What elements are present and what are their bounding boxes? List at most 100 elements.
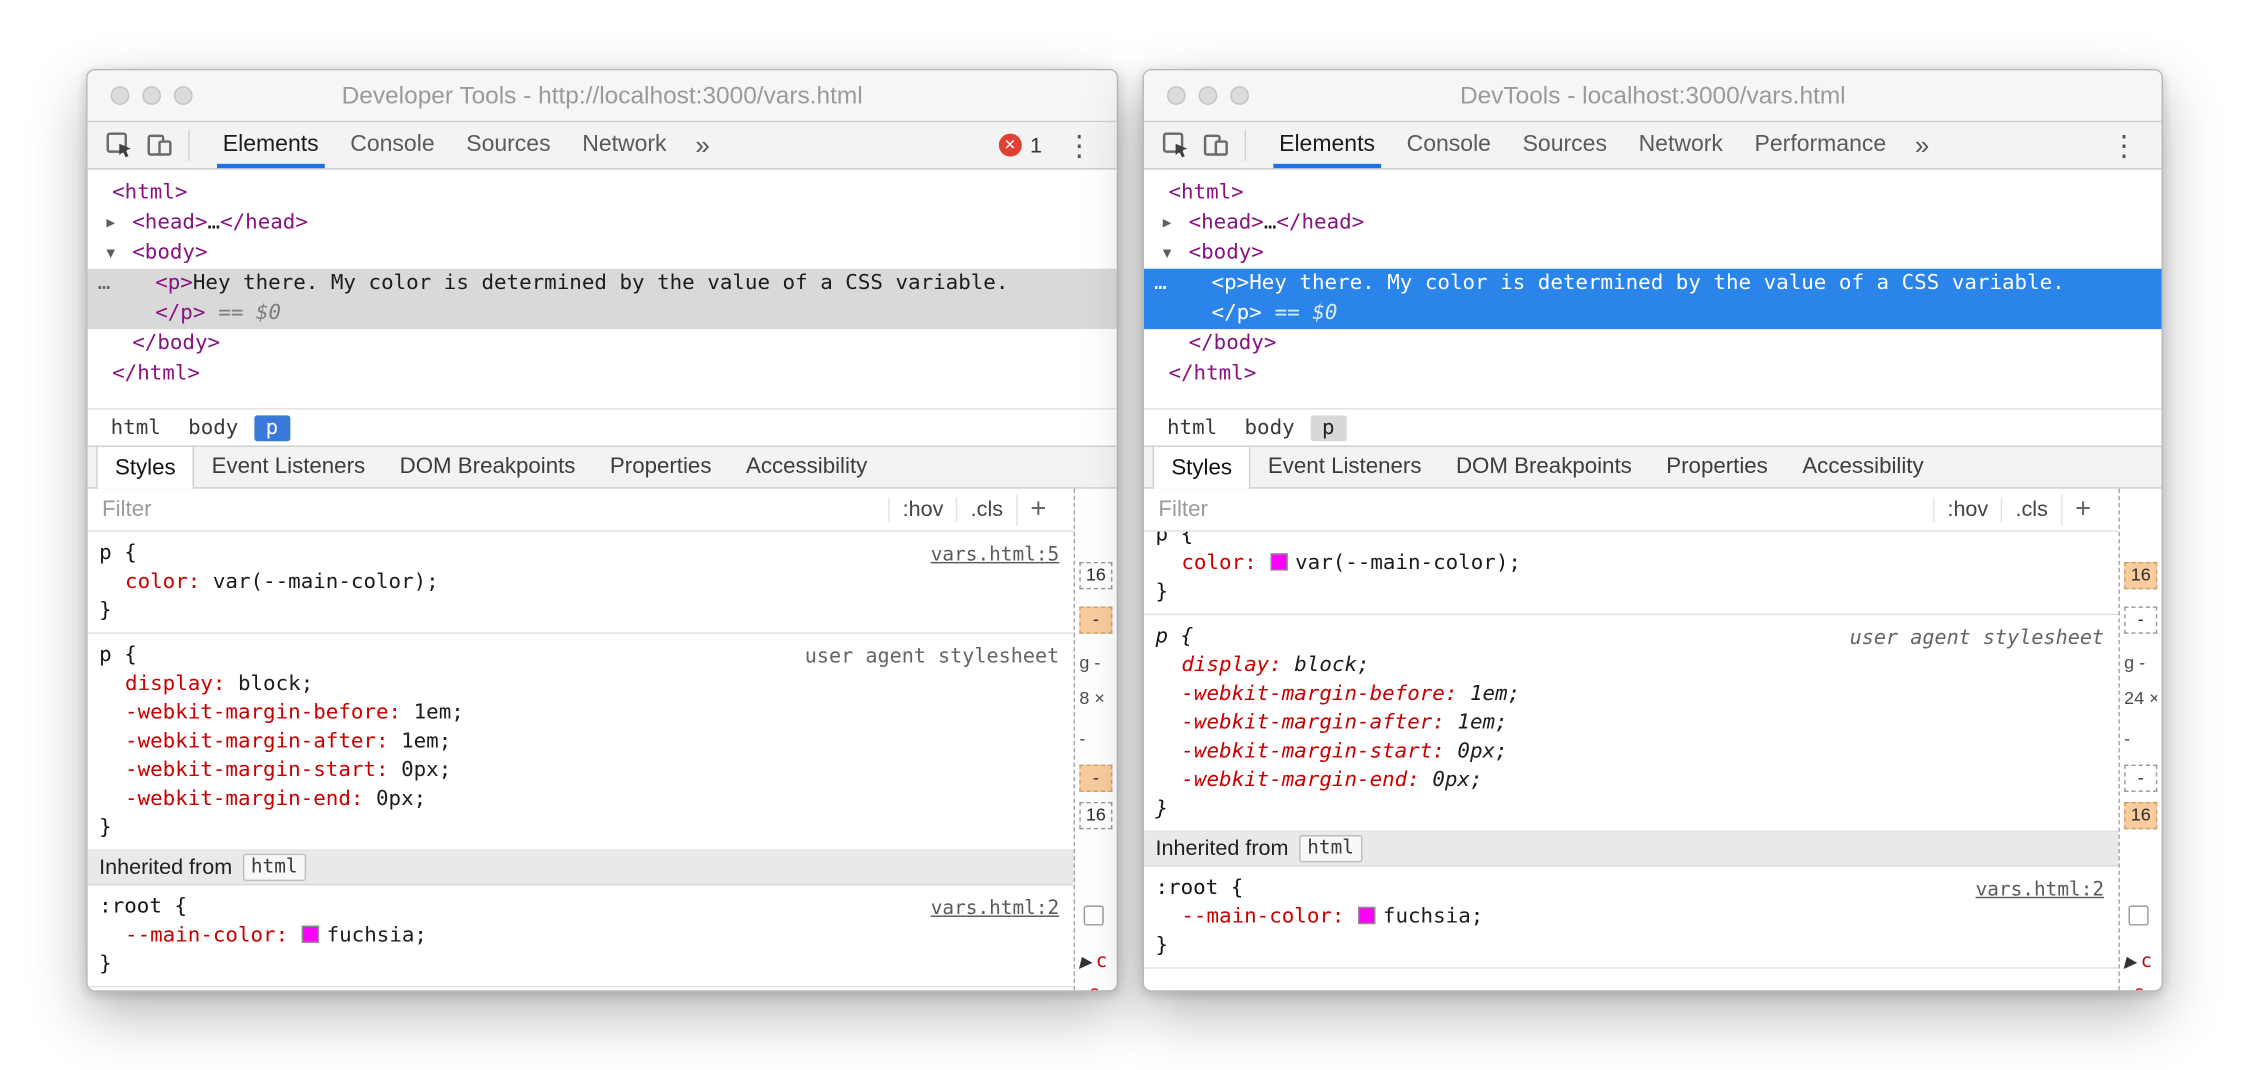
css-property[interactable]: -webkit-margin-start: 0px; xyxy=(1156,737,2107,766)
style-source-link[interactable]: vars.html:2 xyxy=(931,894,1059,923)
crumb-html[interactable]: html xyxy=(99,415,172,441)
tab-sources[interactable]: Sources xyxy=(1507,122,1623,168)
tab-console[interactable]: Console xyxy=(334,122,450,168)
tab-event-listeners[interactable]: Event Listeners xyxy=(1251,447,1439,487)
tab-dom-breakpoints[interactable]: DOM Breakpoints xyxy=(382,447,592,487)
tab-event-listeners[interactable]: Event Listeners xyxy=(194,447,382,487)
computed-pane-fragment[interactable]: ▶ c xyxy=(2124,951,2152,973)
css-property[interactable]: --main-color: fuchsia; xyxy=(1156,903,2107,932)
element-classes-button[interactable]: .cls xyxy=(2001,497,2061,521)
new-style-rule-button[interactable]: + xyxy=(1016,494,1059,526)
css-property[interactable]: -webkit-margin-end: 0px; xyxy=(99,785,1062,814)
rule-selector[interactable]: p { xyxy=(99,539,1062,568)
disclosure-collapsed-icon[interactable]: ▶ xyxy=(2124,954,2136,971)
tree-node-p-selected[interactable]: …<p>Hey there. My color is determined by… xyxy=(88,269,1117,329)
tree-node-body-close[interactable]: </body> xyxy=(88,329,1117,359)
tab-network[interactable]: Network xyxy=(1623,122,1739,168)
styles-filter-input[interactable]: Filter xyxy=(1158,497,1208,523)
inspect-element-icon[interactable] xyxy=(99,125,139,165)
style-rule-p-user-agent[interactable]: user agent stylesheet p { display: block… xyxy=(1144,615,2118,832)
tab-properties[interactable]: Properties xyxy=(1649,447,1785,487)
more-tabs-button[interactable]: » xyxy=(682,122,722,168)
toggle-element-state-button[interactable]: :hov xyxy=(1933,497,2001,521)
tab-network[interactable]: Network xyxy=(566,122,682,168)
style-rule-root[interactable]: vars.html:2 :root { --main-color: fuchsi… xyxy=(88,885,1074,987)
tree-node-body-open[interactable]: ▼<body> xyxy=(88,239,1117,269)
device-toolbar-icon[interactable] xyxy=(139,125,179,165)
crumb-p[interactable]: p xyxy=(1311,415,1347,441)
titlebar[interactable]: Developer Tools - http://localhost:3000/… xyxy=(88,70,1117,122)
checkbox[interactable] xyxy=(2128,905,2148,925)
menu-kebab-icon[interactable]: ⋮ xyxy=(1065,127,1094,163)
crumb-html[interactable]: html xyxy=(1156,415,1229,441)
tab-properties[interactable]: Properties xyxy=(593,447,729,487)
rule-selector[interactable]: :root { xyxy=(99,893,1062,922)
tab-accessibility[interactable]: Accessibility xyxy=(1785,447,1941,487)
tab-console[interactable]: Console xyxy=(1391,122,1507,168)
rule-selector[interactable]: p { xyxy=(1156,532,2107,549)
checkbox[interactable] xyxy=(1084,905,1104,925)
tree-node-html-close[interactable]: </html> xyxy=(88,359,1117,389)
css-property[interactable]: display: block; xyxy=(1156,651,2107,680)
color-swatch[interactable] xyxy=(302,926,319,943)
tree-node-body-open[interactable]: ▼<body> xyxy=(1144,239,2162,269)
tree-node-head[interactable]: ▶<head>…</head> xyxy=(88,208,1117,238)
crumb-p[interactable]: p xyxy=(254,415,290,441)
css-property[interactable]: color: var(--main-color); xyxy=(1156,549,2107,578)
color-swatch[interactable] xyxy=(1271,553,1288,570)
tree-node-html-close[interactable]: </html> xyxy=(1144,359,2162,389)
disclosure-expanded-icon[interactable]: ▼ xyxy=(1163,239,1172,269)
tab-dom-breakpoints[interactable]: DOM Breakpoints xyxy=(1439,447,1649,487)
css-property[interactable]: display: block; xyxy=(99,670,1062,699)
css-property[interactable]: --main-color: fuchsia; xyxy=(99,921,1062,950)
inspect-element-icon[interactable] xyxy=(1156,125,1196,165)
tab-accessibility[interactable]: Accessibility xyxy=(729,447,885,487)
style-rule-p-authored[interactable]: vars.html:5 p { color: var(--main-color)… xyxy=(88,532,1074,634)
css-property[interactable]: -webkit-margin-after: 1em; xyxy=(1156,709,2107,738)
styles-filter-input[interactable]: Filter xyxy=(102,497,152,523)
collapsed-marker[interactable]: … xyxy=(98,269,111,299)
style-rule-p-user-agent[interactable]: user agent stylesheet p { display: block… xyxy=(88,634,1074,851)
css-property[interactable]: -webkit-margin-end: 0px; xyxy=(1156,766,2107,795)
style-rule-p-authored[interactable]: p { color: var(--main-color); } xyxy=(1144,532,2118,615)
disclosure-collapsed-icon[interactable]: ▶ xyxy=(106,208,115,238)
tree-node-head[interactable]: ▶<head>…</head> xyxy=(1144,208,2162,238)
more-tabs-button[interactable]: » xyxy=(1902,122,1942,168)
css-property[interactable]: -webkit-margin-before: 1em; xyxy=(1156,680,2107,709)
tab-elements[interactable]: Elements xyxy=(1263,122,1390,168)
tree-node-p-selected[interactable]: …<p>Hey there. My color is determined by… xyxy=(1144,269,2162,329)
element-classes-button[interactable]: .cls xyxy=(956,497,1016,521)
toggle-element-state-button[interactable]: :hov xyxy=(888,497,956,521)
tab-sources[interactable]: Sources xyxy=(450,122,566,168)
new-style-rule-button[interactable]: + xyxy=(2061,494,2104,526)
tab-styles[interactable]: Styles xyxy=(96,447,194,489)
color-swatch[interactable] xyxy=(1358,907,1375,924)
titlebar[interactable]: DevTools - localhost:3000/vars.html xyxy=(1144,70,2162,122)
style-rule-root[interactable]: vars.html:2 :root { --main-color: fuchsi… xyxy=(1144,867,2118,969)
tab-elements[interactable]: Elements xyxy=(207,122,334,168)
device-toolbar-icon[interactable] xyxy=(1196,125,1236,165)
computed-pane-fragment[interactable]: ▶ c xyxy=(1079,951,1107,973)
css-property[interactable]: -webkit-margin-start: 0px; xyxy=(99,756,1062,785)
inherited-node-link[interactable]: html xyxy=(242,854,306,881)
crumb-body[interactable]: body xyxy=(1233,415,1306,441)
head-ellipsis[interactable]: … xyxy=(208,211,221,234)
disclosure-expanded-icon[interactable]: ▼ xyxy=(106,239,115,269)
tree-node-body-close[interactable]: </body> xyxy=(1144,329,2162,359)
inherited-node-link[interactable]: html xyxy=(1299,835,1363,862)
collapsed-marker[interactable]: … xyxy=(1154,269,1167,299)
tab-styles[interactable]: Styles xyxy=(1153,447,1251,489)
style-source-link[interactable]: vars.html:2 xyxy=(1976,875,2104,904)
menu-kebab-icon[interactable]: ⋮ xyxy=(2110,127,2139,163)
css-property[interactable]: -webkit-margin-before: 1em; xyxy=(99,698,1062,727)
css-property[interactable]: -webkit-margin-after: 1em; xyxy=(99,727,1062,756)
tree-node-html-open[interactable]: <html> xyxy=(1144,178,2162,208)
error-badge[interactable]: ✕ 1 xyxy=(998,133,1042,157)
rule-selector[interactable]: :root { xyxy=(1156,874,2107,903)
head-ellipsis[interactable]: … xyxy=(1264,211,1277,234)
css-property[interactable]: color: var(--main-color); xyxy=(99,568,1062,597)
disclosure-collapsed-icon[interactable]: ▶ xyxy=(1163,208,1172,238)
crumb-body[interactable]: body xyxy=(177,415,250,441)
tab-performance[interactable]: Performance xyxy=(1739,122,1902,168)
style-source-link[interactable]: vars.html:5 xyxy=(931,540,1059,569)
